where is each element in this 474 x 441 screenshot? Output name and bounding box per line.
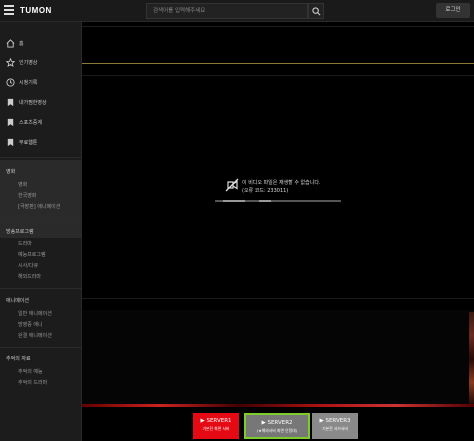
sidebar-item-popular[interactable]: 인기영상 — [0, 53, 82, 73]
sidebar-sub-item[interactable]: 추억의 예능 — [18, 368, 43, 375]
video-error-message: 이 비디오 파일은 재생할 수 없습니다. (오류 코드: 233011) — [242, 179, 321, 195]
server-sub: 기본전 서브서버 — [322, 426, 348, 431]
search-input[interactable]: 검색어를 입력해주세요 — [146, 3, 308, 19]
search-icon — [312, 7, 321, 16]
server-label: SERVER2 — [267, 420, 293, 426]
buffer-progress-bar[interactable] — [215, 200, 341, 202]
sidebar-divider — [0, 288, 82, 289]
sidebar-sub-item[interactable]: 시사/다큐 — [18, 262, 38, 269]
top-bar: TUMON 검색어를 입력해주세요 로그인 — [0, 0, 474, 22]
sidebar-divider — [0, 157, 82, 158]
error-line: 이 비디오 파일은 재생할 수 없습니다. — [242, 180, 321, 186]
server-label: SERVER1 — [206, 418, 232, 424]
sidebar-divider — [0, 347, 82, 348]
sidebar-sub-item[interactable]: 해외드라마 — [18, 273, 41, 280]
section-title-animation: 애니메이션 — [6, 298, 30, 304]
section-title-retro: 추억의 자료 — [6, 356, 31, 362]
buffer-segment — [223, 200, 245, 202]
sidebar-sub-item[interactable]: 드라마 — [18, 240, 32, 247]
sidebar-item-label: 스포츠중계 — [19, 120, 43, 126]
sidebar-item-sports[interactable]: 스포츠중계 — [0, 113, 82, 133]
site-logo[interactable]: TUMON — [20, 6, 52, 15]
sidebar-item-label: 홈 — [19, 41, 24, 47]
sidebar-sub-item[interactable]: [극장판] 애니메이션 — [18, 203, 60, 210]
video-error-icon — [225, 178, 239, 192]
sidebar-item-history[interactable]: 시청기록 — [0, 73, 82, 93]
bookmark-icon — [7, 118, 14, 127]
server-label: SERVER3 — [325, 418, 351, 424]
sidebar-sub-item[interactable]: 완결 애니메이션 — [18, 332, 52, 339]
buffer-segment — [259, 200, 271, 202]
bookmark-icon — [7, 138, 14, 147]
player-top-edge — [82, 26, 474, 27]
player-divider — [82, 63, 474, 64]
menu-icon[interactable] — [4, 5, 14, 17]
sidebar-item-label: 내가찜한영상 — [19, 100, 47, 106]
player-divider — [82, 298, 474, 299]
bookmark-icon — [7, 98, 14, 107]
sidebar-sub-item[interactable]: 일반 애니메이션 — [18, 310, 52, 317]
sidebar-sub-item[interactable]: 한국영화 — [18, 192, 36, 199]
server-sub: (★해외서버 화면 안정대) — [256, 428, 298, 433]
sidebar-item-home[interactable]: 홈 — [0, 34, 82, 54]
sidebar-item-label: 무료웹툰 — [19, 140, 38, 146]
error-code: (오류 코드: 233011) — [242, 188, 289, 194]
video-seek-strip — [82, 404, 474, 407]
sidebar-sub-item[interactable]: 예능프로그램 — [18, 251, 46, 258]
login-button[interactable]: 로그인 — [436, 3, 470, 18]
home-icon — [6, 39, 15, 48]
search-button[interactable] — [308, 3, 324, 19]
section-title-movies: 영화 — [6, 169, 16, 175]
sidebar-item-bookmarks[interactable]: 내가찜한영상 — [0, 93, 82, 113]
clock-icon — [6, 78, 15, 87]
sidebar-item-webtoon[interactable]: 무료웹툰 — [0, 133, 82, 153]
video-frame-edge — [469, 312, 474, 406]
server3-button[interactable]: ▶ SERVER3 기본전 서브서버 — [312, 413, 358, 439]
video-player[interactable]: 이 비디오 파일은 재생할 수 없습니다. (오류 코드: 233011) ▶ … — [82, 22, 474, 441]
sidebar-sub-item[interactable]: 추억의 드라마 — [18, 379, 47, 386]
sidebar-sub-item[interactable]: 영화 — [18, 181, 27, 188]
section-title-broadcast: 방송프로그램 — [6, 229, 34, 235]
star-icon — [6, 58, 15, 67]
server2-button[interactable]: ▶ SERVER2 (★해외서버 화면 안정대) — [244, 413, 310, 439]
sidebar-divider — [0, 220, 82, 221]
video-frame — [82, 310, 474, 406]
server-sub: 기본전 화면 서버 — [202, 426, 230, 431]
sidebar-item-label: 인기영상 — [19, 60, 38, 66]
sidebar-sub-item[interactable]: 방영중 애니 — [18, 321, 43, 328]
sidebar: 홈 인기영상 시청기록 내가찜한영상 스포츠중계 무료웹툰 영화 영화 한국영화… — [0, 22, 82, 441]
server1-button[interactable]: ▶ SERVER1 기본전 화면 서버 — [193, 413, 239, 439]
player-divider — [82, 75, 474, 76]
sidebar-item-label: 시청기록 — [19, 80, 38, 86]
